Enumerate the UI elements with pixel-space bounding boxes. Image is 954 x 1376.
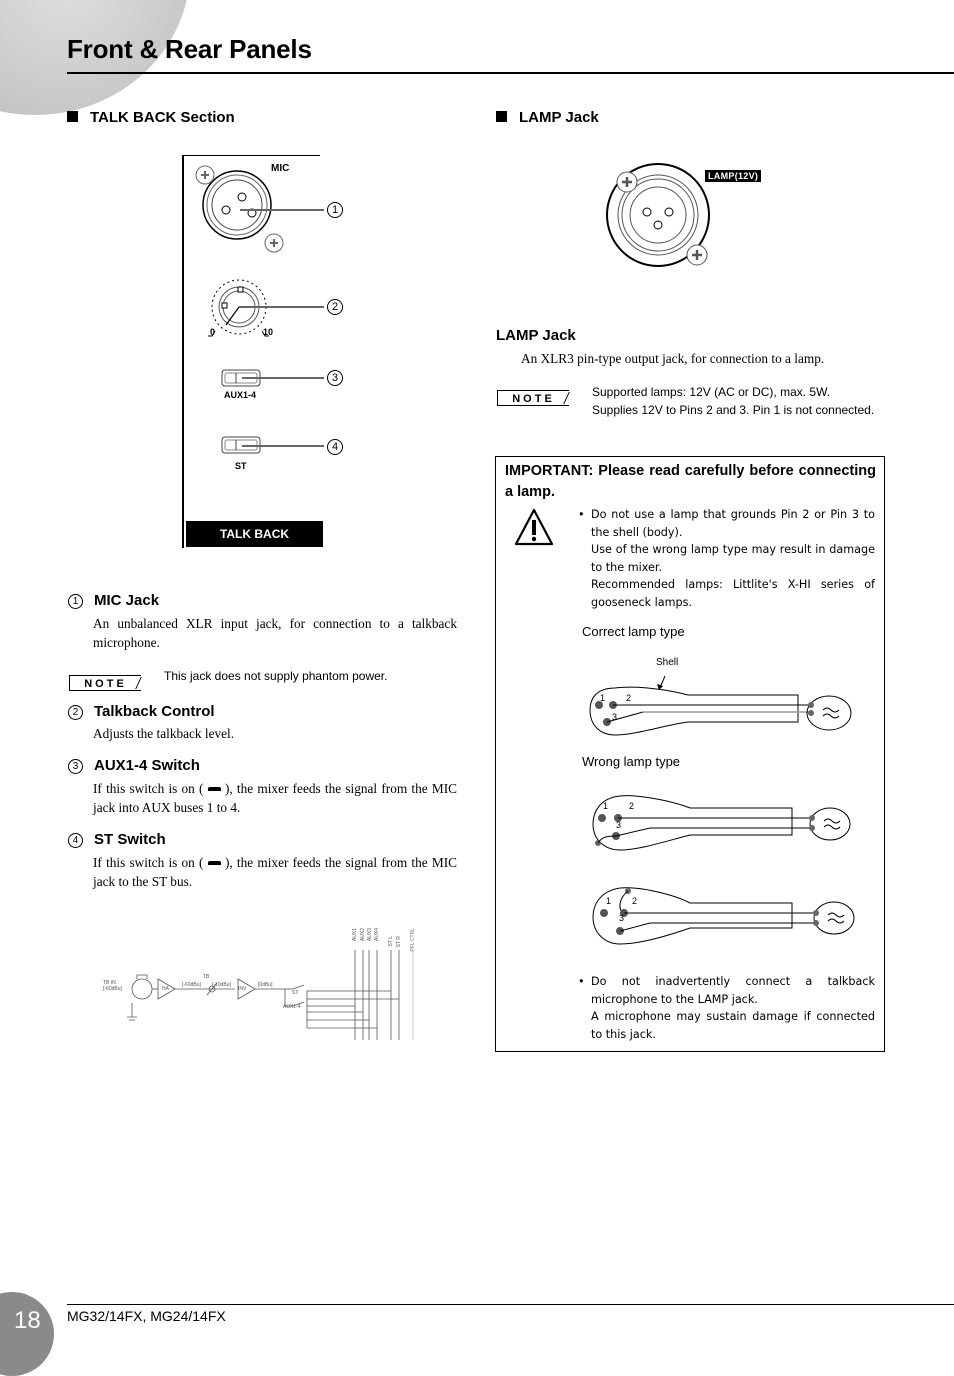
switch-on-icon <box>207 787 221 791</box>
bus-label: AUX4 <box>374 928 380 942</box>
lamp-jack-subtitle: LAMP Jack <box>496 327 576 344</box>
title-divider <box>67 72 954 74</box>
footer-model-name: MG32/14FX, MG24/14FX <box>67 1308 226 1324</box>
diagram-input-level: [-60dBu] <box>103 986 122 992</box>
wrong-lamp-label: Wrong lamp type <box>582 754 681 769</box>
pin-label-1: 1 <box>600 693 606 703</box>
item-description-talkback-control: Adjusts the talkback level. <box>93 726 235 741</box>
bullet-line: Do not use a lamp that grounds Pin 2 or … <box>591 508 875 539</box>
note-text: This jack does not supply phantom power. <box>164 669 388 683</box>
talkback-bar-label: TALK BACK <box>186 521 323 547</box>
important-bullet-2: • Do not inadvertently connect a talkbac… <box>578 973 875 1043</box>
pin-label-1: 1 <box>603 801 609 811</box>
mic-label: MIC <box>271 163 290 174</box>
lamp-jack-description: An XLR3 pin-type output jack, for connec… <box>521 351 825 366</box>
wrong-lamp-wiring-diagram-2 <box>592 887 855 945</box>
item-title: MIC Jack <box>94 592 160 609</box>
bus-label: ST R <box>396 936 402 948</box>
text-part: If this switch is on ( <box>93 855 204 870</box>
item-title: AUX1-4 Switch <box>94 757 200 774</box>
lamp-section-heading: LAMP Jack <box>496 109 599 126</box>
square-bullet-icon <box>67 111 78 122</box>
talkback-section-heading: TALK BACK Section <box>67 109 235 126</box>
diagram-level-1: [-60dBu] <box>182 982 201 988</box>
note-line: Supported lamps: 12V (AC or DC), max. 5W… <box>592 385 831 399</box>
talkback-panel-drawing <box>195 165 324 454</box>
lamp-jack-label: LAMP(12V) <box>705 170 762 182</box>
item-number: 3 <box>68 759 83 774</box>
diagram-ha-label: HA <box>162 986 169 992</box>
diagram-st-switch-label: ST <box>292 990 299 996</box>
callout-3: 3 <box>327 370 343 386</box>
knob-min-label: 0 <box>210 327 216 337</box>
footer-divider <box>67 1304 954 1305</box>
diagram-level-2: [-10dBu] <box>212 982 231 988</box>
bus-label: AUX1 <box>352 928 358 942</box>
pin-label-1: 1 <box>606 896 612 906</box>
important-bullet-1: • Do not use a lamp that grounds Pin 2 o… <box>578 506 875 611</box>
bullet-line: A microphone may sustain damage if conne… <box>591 1010 875 1041</box>
pin-label-2: 2 <box>626 693 632 703</box>
item-description-mic-jack: An unbalanced XLR input jack, for connec… <box>93 616 457 650</box>
diagram-level-3: [0dBu] <box>258 982 273 988</box>
item-number: 1 <box>68 594 83 609</box>
callout-2: 2 <box>327 299 343 315</box>
item-heading-aux-switch: 3 AUX1-4 Switch <box>68 757 200 774</box>
diagram-aux-switch-label: AUX1-4 <box>283 1004 301 1010</box>
diagram-bus-labels: AUX1 AUX2 AUX3 AUX4 ST L ST R PFL CTRL <box>350 928 430 963</box>
lamp-note-text: Supported lamps: 12V (AC or DC), max. 5W… <box>592 384 885 419</box>
bus-label: PFL CTRL <box>410 928 416 952</box>
page-number: 18 <box>14 1307 41 1334</box>
bus-label: AUX3 <box>367 928 373 942</box>
item-title: Talkback Control <box>94 703 215 720</box>
item-title: ST Switch <box>94 831 166 848</box>
bullet-icon: • <box>578 975 585 988</box>
item-description-st-switch: If this switch is on ( ), the mixer feed… <box>93 853 457 891</box>
item-number: 2 <box>68 705 83 720</box>
important-title: IMPORTANT: Please read carefully before … <box>505 463 876 500</box>
pin-label-2: 2 <box>632 896 638 906</box>
note-badge: NOTE <box>497 390 569 406</box>
bus-label: ST L <box>388 936 394 947</box>
bullet-line: Use of the wrong lamp type may result in… <box>591 543 875 574</box>
correct-lamp-wiring-diagram <box>589 675 852 736</box>
callout-1: 1 <box>327 202 343 218</box>
pin-label-2: 2 <box>629 801 635 811</box>
switch-on-icon <box>207 861 221 865</box>
diagram-inv-label: INV <box>238 986 247 992</box>
pin-label-3: 3 <box>616 820 622 830</box>
text-part: If this switch is on ( <box>93 781 204 796</box>
bullet-line: Do not inadvertently connect a talkback … <box>591 975 875 1006</box>
correct-lamp-label: Correct lamp type <box>582 624 685 639</box>
aux-switch-label: AUX1-4 <box>224 390 257 400</box>
item-heading-talkback-control: 2 Talkback Control <box>68 703 215 720</box>
callout-4: 4 <box>327 439 343 455</box>
knob-max-label: 10 <box>263 327 274 337</box>
bullet-line: Recommended lamps: Littlite's X-HI serie… <box>591 578 875 609</box>
lamp-section-title: LAMP Jack <box>519 109 599 126</box>
xlr-input-symbol <box>131 978 153 1000</box>
bus-label: AUX2 <box>360 928 366 942</box>
item-heading-st-switch: 4 ST Switch <box>68 831 166 848</box>
item-heading-mic-jack: 1 MIC Jack <box>68 592 159 609</box>
talkback-section-title: TALK BACK Section <box>90 109 235 126</box>
item-description-aux-switch: If this switch is on ( ), the mixer feed… <box>93 779 457 817</box>
bullet-icon: • <box>578 508 585 521</box>
warning-triangle-icon <box>514 508 554 546</box>
square-bullet-icon <box>496 111 507 122</box>
pin-label-3: 3 <box>612 712 618 722</box>
diagram-tb-label: TB <box>203 974 210 980</box>
note-badge: NOTE <box>69 675 141 691</box>
shell-label: Shell <box>656 657 679 668</box>
page-title: Front & Rear Panels <box>67 34 312 64</box>
note-line: Supplies 12V to Pins 2 and 3. Pin 1 is n… <box>592 402 875 417</box>
item-number: 4 <box>68 833 83 848</box>
st-switch-label: ST <box>235 461 247 471</box>
pin-label-3: 3 <box>619 913 625 923</box>
